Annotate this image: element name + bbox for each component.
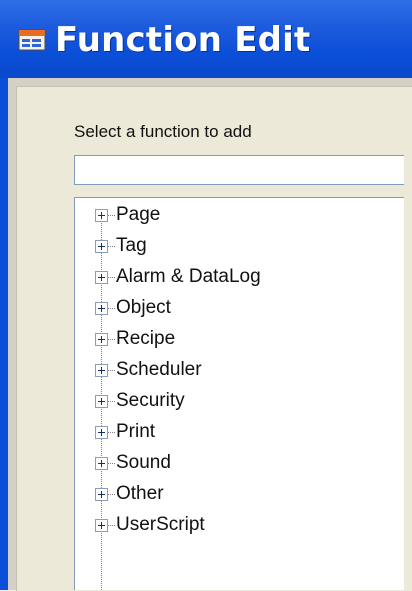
tree-connector (108, 277, 115, 278)
tree-connector (108, 494, 115, 495)
tree-node-label: Tag (116, 235, 147, 256)
tree-node-label: Other (116, 483, 164, 504)
plus-box-icon[interactable] (95, 302, 108, 315)
dialog-client-area: Select a function to add Page Tag Alarm … (8, 78, 412, 591)
plus-box-icon[interactable] (95, 240, 108, 253)
plus-box-icon[interactable] (95, 333, 108, 346)
tree-connector (108, 370, 115, 371)
plus-box-icon[interactable] (95, 395, 108, 408)
app-window-icon (18, 29, 46, 51)
tree-node-label: Scheduler (116, 359, 202, 380)
plus-box-icon[interactable] (95, 519, 108, 532)
tree-connector (108, 463, 115, 464)
tree-connector (108, 215, 115, 216)
window-title: Function Edit (55, 20, 311, 60)
tree-connector (108, 525, 115, 526)
plus-box-icon[interactable] (95, 364, 108, 377)
function-edit-window: Function Edit Select a function to add P… (0, 0, 412, 591)
tree-node-page[interactable]: Page (95, 201, 385, 229)
tree-node-security[interactable]: Security (95, 387, 385, 415)
function-input[interactable] (74, 155, 404, 185)
plus-box-icon[interactable] (95, 426, 108, 439)
tree-node-label: Page (116, 204, 161, 225)
tree-node-other[interactable]: Other (95, 480, 385, 508)
title-bar[interactable]: Function Edit (0, 0, 412, 78)
tree-connector (108, 308, 115, 309)
select-function-label: Select a function to add (74, 122, 252, 141)
tree-node-scheduler[interactable]: Scheduler (95, 356, 385, 384)
plus-box-icon[interactable] (95, 488, 108, 501)
tree-connector (108, 339, 115, 340)
window-frame (0, 78, 8, 590)
tree-node-tag[interactable]: Tag (95, 232, 385, 260)
tree-node-print[interactable]: Print (95, 418, 385, 446)
tree-node-label: Security (116, 390, 185, 411)
tree-node-alarm-datalog[interactable]: Alarm & DataLog (95, 263, 385, 291)
tree-node-sound[interactable]: Sound (95, 449, 385, 477)
tree-connector (108, 401, 115, 402)
tree-connector (108, 246, 115, 247)
tree-node-recipe[interactable]: Recipe (95, 325, 385, 353)
tree-node-label: Sound (116, 452, 171, 473)
tree-node-userscript[interactable]: UserScript (95, 511, 385, 539)
tree-connector (108, 432, 115, 433)
plus-box-icon[interactable] (95, 209, 108, 222)
tree-node-label: Print (116, 421, 156, 442)
function-tree[interactable]: Page Tag Alarm & DataLog Object Recipe S… (74, 197, 404, 590)
tree-node-label: Recipe (116, 328, 176, 349)
tree-node-label: UserScript (116, 514, 205, 535)
plus-box-icon[interactable] (95, 457, 108, 470)
tree-node-label: Alarm & DataLog (116, 266, 261, 287)
tree-node-label: Object (116, 297, 171, 318)
plus-box-icon[interactable] (95, 271, 108, 284)
tree-node-object[interactable]: Object (95, 294, 385, 322)
